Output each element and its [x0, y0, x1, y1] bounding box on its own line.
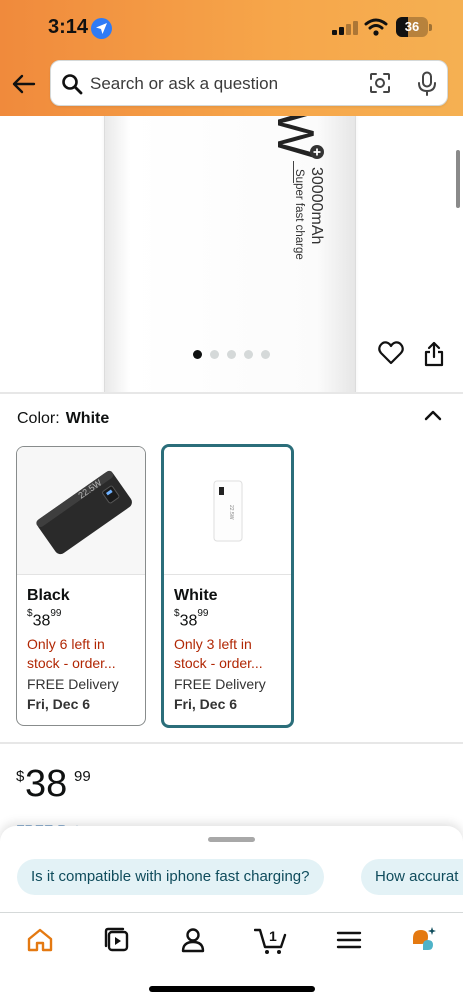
- carousel-dot[interactable]: [261, 350, 270, 359]
- battery-percent: 36: [404, 19, 420, 34]
- search-icon: [61, 73, 83, 100]
- account-icon[interactable]: [178, 925, 208, 955]
- carousel-dots[interactable]: [193, 350, 273, 360]
- delivery-date: Fri, Dec 6: [27, 696, 91, 712]
- home-indicator: [149, 986, 315, 992]
- bottom-tab-bar: 1: [0, 912, 463, 1000]
- back-arrow-icon[interactable]: [10, 70, 38, 98]
- carousel-dot[interactable]: [210, 350, 219, 359]
- status-bar: 3:14 36: [0, 0, 463, 56]
- search-input[interactable]: Search or ask a question: [90, 74, 278, 94]
- delivery-label: FREE Delivery: [174, 676, 266, 692]
- stock-warning: Only 3 left in stock - order...: [174, 636, 263, 671]
- color-label-text: Color:: [17, 410, 60, 427]
- camera-lens-icon[interactable]: [369, 72, 391, 99]
- delivery-date: Fri, Dec 6: [174, 696, 238, 712]
- cellular-signal-icon: [332, 21, 358, 35]
- color-option-name: Black: [27, 587, 70, 604]
- color-option-image-print: 22.5W: [228, 505, 234, 520]
- carousel-dot[interactable]: [227, 350, 236, 359]
- color-option-price: $3899: [27, 608, 62, 630]
- battery-tip: [429, 24, 432, 31]
- color-label: Color: White: [17, 410, 109, 428]
- print-capacity: 30000mAh: [308, 167, 325, 245]
- suggested-question-chip[interactable]: How accurat: [361, 859, 463, 895]
- color-option-black[interactable]: 22.5W Black $3899 Only 6 left in stock -…: [16, 446, 146, 726]
- price-symbol: $: [16, 768, 25, 785]
- color-option-image: 22.5W: [17, 447, 145, 575]
- video-play-icon[interactable]: [102, 925, 132, 955]
- rufus-assistant-icon[interactable]: [410, 925, 440, 955]
- wifi-icon: [364, 17, 388, 42]
- color-option-image: 22.5W: [164, 447, 291, 575]
- page-scrollbar[interactable]: [456, 150, 460, 208]
- home-icon[interactable]: [25, 925, 55, 955]
- section-divider: [0, 392, 463, 394]
- suggested-question-chip[interactable]: Is it compatible with iphone fast chargi…: [17, 859, 324, 895]
- chevron-up-icon[interactable]: [423, 407, 443, 428]
- plus-icon: [310, 145, 324, 159]
- microphone-icon[interactable]: [417, 71, 437, 102]
- app-header: 3:14 36 Search or ask a question: [0, 0, 463, 116]
- menu-icon[interactable]: [334, 925, 364, 955]
- battery-indicator: 36: [396, 17, 428, 37]
- cart-icon[interactable]: 1: [253, 925, 288, 955]
- search-bar[interactable]: Search or ask a question: [50, 60, 448, 106]
- cart-count-badge: 1: [269, 928, 277, 944]
- price-fraction: 99: [74, 768, 91, 785]
- color-option-name: White: [174, 587, 218, 604]
- stock-warning: Only 6 left in stock - order...: [27, 636, 116, 671]
- carousel-dot[interactable]: [244, 350, 253, 359]
- print-tagline: Super fast charge: [293, 169, 305, 260]
- sheet-drag-handle[interactable]: [208, 837, 255, 842]
- section-divider: [0, 742, 463, 744]
- selected-color: White: [65, 410, 110, 427]
- share-icon[interactable]: [423, 341, 445, 372]
- heart-icon[interactable]: [378, 341, 404, 370]
- price-whole: 38: [25, 763, 68, 805]
- status-time: 3:14: [48, 16, 89, 38]
- color-option-white[interactable]: 22.5W White $3899 Only 3 left in stock -…: [161, 444, 294, 728]
- carousel-dot[interactable]: [193, 350, 202, 359]
- color-option-price: $3899: [174, 608, 209, 630]
- location-arrow-icon: [91, 18, 112, 39]
- ask-question-sheet[interactable]: Is it compatible with iphone fast chargi…: [0, 826, 463, 914]
- delivery-label: FREE Delivery: [27, 676, 119, 692]
